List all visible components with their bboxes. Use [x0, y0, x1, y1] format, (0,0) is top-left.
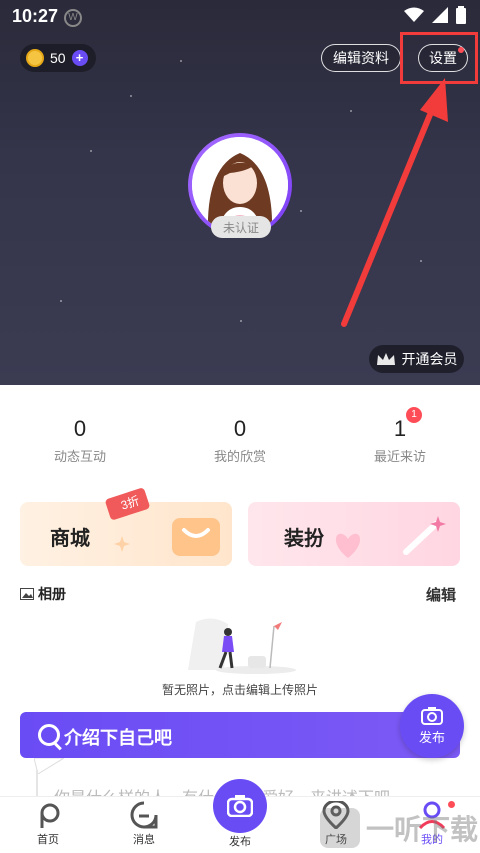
shop-card-title: 商城 [50, 528, 90, 550]
open-vip-button[interactable]: 开通会员 [369, 345, 464, 373]
stat-value: 0 [73, 416, 87, 441]
tab-messages[interactable]: 消息 [114, 801, 174, 847]
magic-wand-icon [403, 516, 446, 555]
camera-icon [227, 795, 253, 817]
stat-label: 最近来访 [373, 449, 426, 464]
profile-screen: 10:27 W 50 + 编辑资料 设置 未认证 开通会员 0 动态互动 0 我… [0, 0, 480, 853]
watermark-logo-icon [320, 807, 360, 848]
dress-up-card-title: 装扮 [284, 528, 324, 550]
tab-home-label: 首页 [37, 834, 59, 846]
stat-value: 0 [233, 416, 247, 441]
tab-home[interactable]: 首页 [18, 801, 78, 847]
watermark-text: 一听下载 [366, 813, 479, 845]
stat-interactions[interactable]: 0 动态互动 [20, 416, 140, 465]
empty-album-illustration [188, 618, 296, 674]
self-intro-title: 介绍下自己吧 [64, 728, 172, 748]
album-edit-button[interactable]: 编辑 [426, 584, 456, 605]
album-header: 相册 [20, 584, 66, 604]
stat-value: 1 [393, 416, 407, 441]
speech-tail-icon [34, 758, 64, 774]
stat-label: 动态互动 [53, 449, 106, 464]
visitor-count-badge: 1 [406, 407, 422, 423]
empty-album-text: 暂无照片，点击编辑上传照片 [161, 683, 318, 697]
camera-icon [421, 706, 443, 725]
message-icon [130, 801, 158, 829]
verification-badge[interactable]: 未认证 [211, 216, 271, 238]
home-icon [40, 803, 60, 828]
stat-label: 我的欣赏 [213, 449, 266, 464]
crown-icon [376, 353, 395, 365]
stat-appreciations[interactable]: 0 我的欣赏 [180, 416, 300, 465]
dress-up-card[interactable]: 装扮 [248, 502, 460, 566]
tab-publish-label: 发布 [229, 836, 251, 848]
image-icon [20, 588, 34, 600]
floating-publish-button[interactable]: 发布 [400, 694, 464, 758]
shopping-bag-icon [172, 518, 220, 556]
discount-label: 3折 [119, 493, 142, 513]
tab-messages-label: 消息 [133, 834, 155, 846]
self-intro-banner[interactable]: 介绍下自己吧 [20, 712, 460, 758]
watermark: 一听下载 [320, 802, 480, 853]
hearts-icon [335, 533, 361, 558]
fab-label: 发布 [418, 729, 445, 745]
vip-label: 开通会员 [401, 351, 458, 367]
album-title: 相册 [38, 586, 66, 602]
search-bubble-icon [38, 724, 60, 746]
stat-recent-visitors[interactable]: 1 最近来访 1 [340, 407, 460, 465]
sparkle-icon [114, 536, 130, 552]
tab-publish[interactable] [213, 779, 267, 833]
